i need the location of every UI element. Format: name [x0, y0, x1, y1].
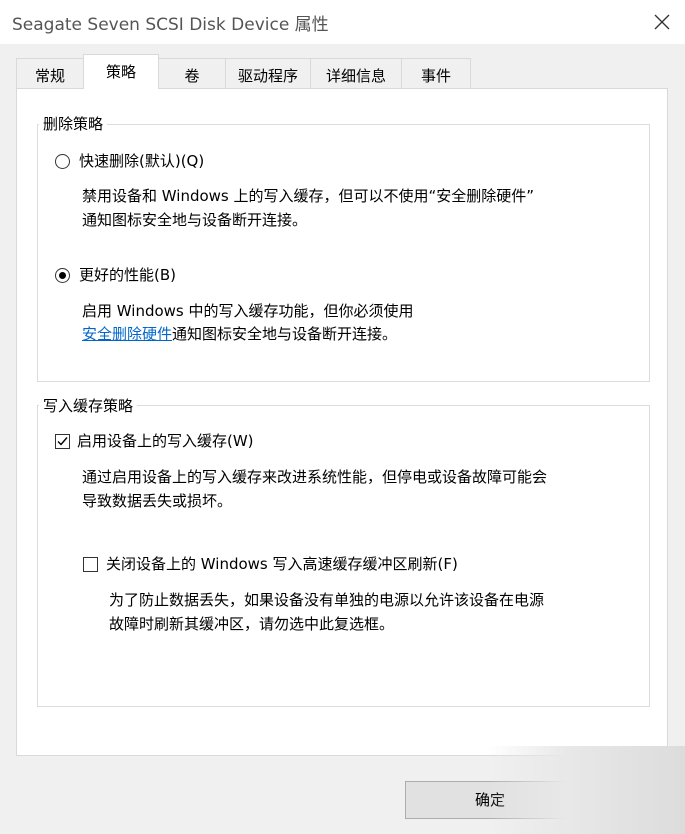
close-button[interactable] [639, 0, 685, 44]
tab-volumes[interactable]: 卷 [158, 58, 226, 88]
quick-removal-label[interactable]: 快速删除(默认)(Q) [79, 151, 204, 171]
removal-policy-title: 删除策略 [39, 114, 108, 134]
write-cache-policy-title: 写入缓存策略 [39, 396, 138, 416]
better-performance-desc-line2: 安全删除硬件通知图标安全地与设备断开连接。 [82, 324, 397, 344]
turn-off-cache-flush-checkbox[interactable] [83, 557, 98, 572]
tab-events[interactable]: 事件 [401, 58, 471, 88]
tab-details[interactable]: 详细信息 [310, 58, 402, 88]
tab-policies[interactable]: 策略 [83, 54, 159, 89]
turn-off-cache-flush-desc-line1: 为了防止数据丢失，如果设备没有单独的电源以允许该设备在电源 [109, 591, 545, 609]
quick-removal-radio[interactable] [55, 154, 70, 169]
close-icon [654, 14, 670, 30]
better-performance-radio[interactable] [55, 268, 70, 283]
better-performance-desc-line1: 启用 Windows 中的写入缓存功能，但你必须使用 [82, 302, 414, 320]
radio-selected-dot [59, 272, 66, 279]
enable-write-cache-desc-line1: 通过启用设备上的写入缓存来改进系统性能，但停电或设备故障可能会 [82, 468, 548, 486]
safely-remove-hardware-link[interactable]: 安全删除硬件 [82, 325, 172, 343]
better-performance-label[interactable]: 更好的性能(B) [79, 265, 176, 285]
quick-removal-desc-line1: 禁用设备和 Windows 上的写入缓存，但可以不使用“安全删除硬件” [82, 187, 535, 205]
window-title: Seagate Seven SCSI Disk Device 属性 [12, 15, 329, 35]
turn-off-cache-flush-desc-line2: 故障时刷新其缓冲区，请勿选中此复选框。 [109, 615, 395, 633]
enable-write-cache-label[interactable]: 启用设备上的写入缓存(W) [77, 431, 254, 451]
enable-write-cache-checkbox[interactable] [55, 434, 70, 449]
better-performance-desc-line2-text: 通知图标安全地与设备断开连接。 [172, 325, 398, 343]
tab-driver[interactable]: 驱动程序 [225, 58, 311, 88]
enable-write-cache-desc-line2: 导致数据丢失或损坏。 [82, 492, 233, 510]
tab-general[interactable]: 常规 [16, 58, 84, 88]
quick-removal-desc-line2: 通知图标安全地与设备断开连接。 [82, 211, 308, 229]
turn-off-cache-flush-label[interactable]: 关闭设备上的 Windows 写入高速缓存缓冲区刷新(F) [106, 554, 458, 574]
checkmark-icon [57, 437, 68, 446]
title-bar: Seagate Seven SCSI Disk Device 属性 [0, 0, 685, 44]
watermark-overlay [488, 746, 685, 834]
